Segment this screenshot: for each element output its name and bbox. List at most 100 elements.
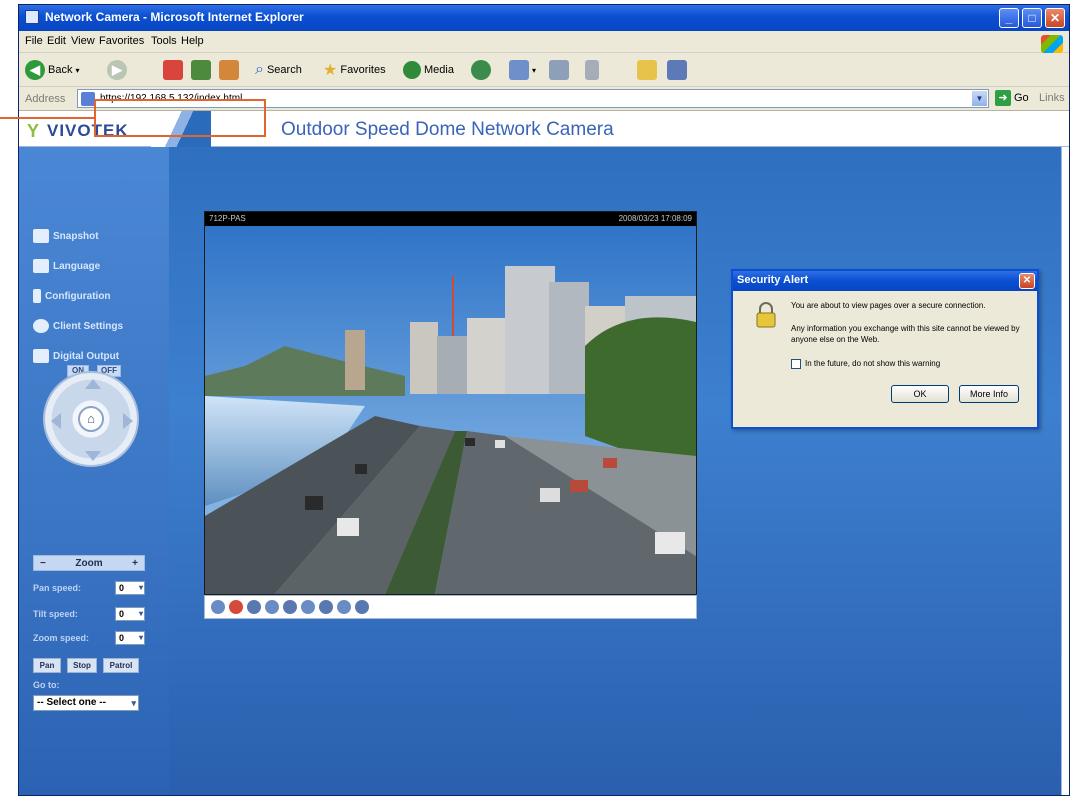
language-link[interactable]: Language xyxy=(33,259,100,273)
close-button[interactable]: ✕ xyxy=(1045,8,1065,28)
goto-preset-select[interactable]: -- Select one -- xyxy=(33,695,139,711)
pan-speed-row: Pan speed: xyxy=(33,583,81,593)
digital-output-label: Digital Output xyxy=(53,350,120,362)
media-button[interactable]: Media xyxy=(403,59,454,81)
menu-bar: File Edit View Favorites Tools Help xyxy=(19,31,1069,53)
dialog-close-icon[interactable]: ✕ xyxy=(1019,273,1035,289)
go-button[interactable]: ➜ Go xyxy=(995,90,1029,106)
lock-icon xyxy=(756,302,776,328)
configuration-label: Configuration xyxy=(45,290,111,302)
zoom-control: − Zoom + xyxy=(33,555,145,571)
mail-button[interactable]: ▾ xyxy=(509,59,536,81)
mute-icon[interactable] xyxy=(319,600,333,614)
zoom-video-icon[interactable] xyxy=(211,600,225,614)
menu-edit[interactable]: Edit xyxy=(47,35,66,47)
address-url: https://192.168.5.132/index.html xyxy=(100,93,243,104)
client-settings-icon xyxy=(33,319,49,333)
forward-arrow-icon: ▶ xyxy=(107,60,127,80)
zoom-in-button[interactable]: + xyxy=(132,558,138,569)
talk-icon[interactable] xyxy=(337,600,351,614)
configuration-link[interactable]: Configuration xyxy=(33,289,111,303)
tilt-speed-select[interactable]: 0 xyxy=(115,607,145,621)
snapshot-icon[interactable] xyxy=(247,600,261,614)
stop-ptz-button[interactable]: Stop xyxy=(67,658,97,673)
address-bar: Address https://192.168.5.132/index.html… xyxy=(19,87,1069,111)
screenshot: Network Camera - Microsoft Internet Expl… xyxy=(0,0,1078,801)
page-icon xyxy=(81,92,95,106)
patrol-button[interactable]: Patrol xyxy=(103,658,139,673)
history-button[interactable] xyxy=(471,59,491,81)
stop-button[interactable] xyxy=(163,59,183,81)
links-button[interactable]: Links xyxy=(1039,92,1065,104)
microphone-icon[interactable] xyxy=(355,600,369,614)
address-label: Address xyxy=(25,93,66,105)
tilt-speed-row: Tilt speed: xyxy=(33,609,78,619)
logo-mark-icon: Y xyxy=(27,121,40,141)
camera-icon xyxy=(33,229,49,243)
media-icon xyxy=(403,61,421,79)
zoom-label: Zoom xyxy=(75,557,103,569)
browser-window: Network Camera - Microsoft Internet Expl… xyxy=(18,4,1070,796)
menu-file[interactable]: File xyxy=(25,35,43,47)
zoom-out-button[interactable]: − xyxy=(40,558,46,569)
do-not-show-label: In the future, do not show this warning xyxy=(805,359,941,368)
pause-icon[interactable] xyxy=(265,600,279,614)
forward-button[interactable]: ▶ xyxy=(107,59,127,81)
stop-video-icon[interactable] xyxy=(283,600,297,614)
tilt-down-icon[interactable] xyxy=(85,451,101,461)
dialog-detail: Any information you exchange with this s… xyxy=(791,324,1020,344)
zoom-speed-row: Zoom speed: xyxy=(33,633,89,643)
home-button[interactable] xyxy=(219,59,239,81)
video-timestamp: 2008/03/23 17:08:09 xyxy=(618,214,692,223)
address-input[interactable]: https://192.168.5.132/index.html ▼ xyxy=(77,89,989,108)
refresh-button[interactable] xyxy=(191,59,211,81)
messenger-button[interactable] xyxy=(667,59,687,81)
back-button[interactable]: ◀ Back ▾ xyxy=(25,59,79,81)
pan-speed-select[interactable]: 0 xyxy=(115,581,145,595)
minimize-button[interactable]: _ xyxy=(999,8,1019,28)
tilt-up-icon[interactable] xyxy=(85,379,101,389)
discuss-button[interactable] xyxy=(637,59,657,81)
address-dropdown-icon[interactable]: ▼ xyxy=(972,91,987,106)
record-icon[interactable] xyxy=(229,600,243,614)
live-video-image[interactable] xyxy=(205,226,696,594)
refresh-icon xyxy=(191,60,211,80)
history-icon xyxy=(471,60,491,80)
client-settings-link[interactable]: Client Settings xyxy=(33,319,123,333)
more-info-button[interactable]: More Info xyxy=(959,385,1019,403)
pan-button[interactable]: Pan xyxy=(33,658,61,673)
vivotek-logo: Y VIVOTEK xyxy=(27,117,129,145)
go-label: Go xyxy=(1014,92,1029,104)
security-alert-dialog: Security Alert ✕ You are about to view p… xyxy=(731,269,1039,429)
search-button[interactable]: ⌕ Search xyxy=(255,59,302,81)
menu-tools[interactable]: Tools xyxy=(151,35,177,47)
go-arrow-icon: ➜ xyxy=(995,90,1011,106)
zoom-speed-select[interactable]: 0 xyxy=(115,631,145,645)
volume-icon[interactable] xyxy=(301,600,315,614)
client-settings-label: Client Settings xyxy=(53,320,124,332)
menu-help[interactable]: Help xyxy=(181,35,204,47)
edit-button[interactable] xyxy=(585,59,599,81)
print-button[interactable] xyxy=(549,59,569,81)
windows-logo-icon xyxy=(1041,35,1063,53)
maximize-button[interactable]: □ xyxy=(1022,8,1042,28)
pan-right-icon[interactable] xyxy=(123,413,133,429)
video-caption-bar: 712P-PAS 2008/03/23 17:08:09 xyxy=(205,212,696,226)
callout-line xyxy=(0,117,96,119)
do-not-show-checkbox[interactable] xyxy=(791,359,801,369)
menu-favorites[interactable]: Favorites xyxy=(99,35,144,47)
window-title: Network Camera - Microsoft Internet Expl… xyxy=(45,10,304,24)
home-icon xyxy=(219,60,239,80)
search-icon: ⌕ xyxy=(255,61,264,78)
header-wave xyxy=(151,111,211,147)
pan-left-icon[interactable] xyxy=(51,413,61,429)
snapshot-link[interactable]: Snapshot xyxy=(33,229,99,243)
favorites-button[interactable]: ★ Favorites xyxy=(323,59,386,81)
ptz-control-pad[interactable]: ⌂ xyxy=(43,371,139,467)
ok-button[interactable]: OK xyxy=(891,385,949,403)
home-position-icon[interactable]: ⌂ xyxy=(78,406,104,432)
digital-output-link[interactable]: Digital Output xyxy=(33,349,119,363)
folder-icon xyxy=(637,60,657,80)
ie-app-icon xyxy=(25,10,39,24)
menu-view[interactable]: View xyxy=(71,35,95,47)
